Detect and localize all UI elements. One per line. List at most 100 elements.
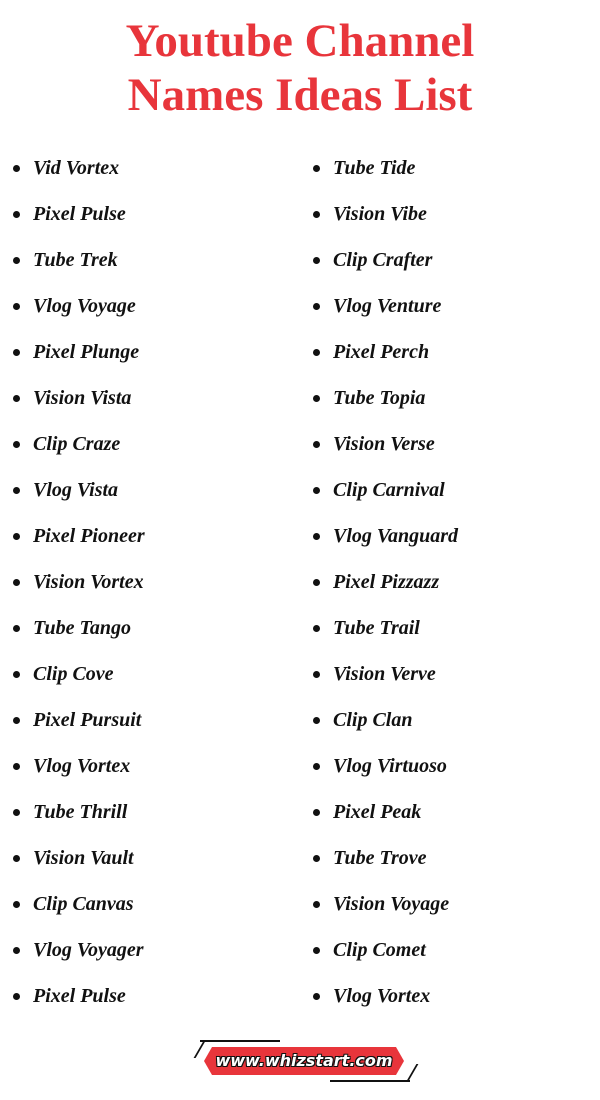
list-item: Vision Vibe bbox=[312, 191, 458, 237]
page-title: Youtube Channel Names Ideas List bbox=[0, 14, 600, 122]
channel-name: Vlog Voyage bbox=[33, 294, 136, 317]
bullet-icon bbox=[313, 486, 320, 494]
channel-name: Vlog Virtuoso bbox=[333, 754, 447, 777]
list-item: Vlog Voyager bbox=[12, 927, 145, 973]
list-item: Vlog Vortex bbox=[312, 973, 458, 1019]
bullet-icon bbox=[13, 256, 20, 264]
channel-name: Clip Carnival bbox=[333, 478, 445, 501]
channel-name: Clip Comet bbox=[333, 938, 426, 961]
list-item: Pixel Pulse bbox=[12, 973, 145, 1019]
bullet-icon bbox=[313, 394, 320, 402]
names-list-left: Vid Vortex Pixel Pulse Tube Trek Vlog Voyag… bbox=[12, 145, 145, 1019]
channel-name: Tube Trove bbox=[333, 846, 427, 869]
bullet-icon bbox=[13, 808, 20, 816]
list-item: Vlog Venture bbox=[312, 283, 458, 329]
channel-name: Clip Cove bbox=[33, 662, 114, 685]
channel-name: Vision Voyage bbox=[333, 892, 450, 915]
channel-name: Tube Tide bbox=[333, 156, 416, 179]
list-item: Pixel Pursuit bbox=[12, 697, 145, 743]
bullet-icon bbox=[13, 348, 20, 356]
channel-name: Tube Trail bbox=[333, 616, 420, 639]
channel-name: Clip Canvas bbox=[33, 892, 134, 915]
channel-name: Pixel Plunge bbox=[33, 340, 140, 363]
list-item: Pixel Plunge bbox=[12, 329, 145, 375]
channel-name: Vision Vault bbox=[33, 846, 134, 869]
list-item: Clip Clan bbox=[312, 697, 458, 743]
bullet-icon bbox=[313, 670, 320, 678]
list-item: Clip Cove bbox=[12, 651, 145, 697]
bullet-icon bbox=[13, 578, 20, 586]
bullet-icon bbox=[13, 532, 20, 540]
list-item: Clip Craze bbox=[12, 421, 145, 467]
bullet-icon bbox=[313, 854, 320, 862]
list-item: Vlog Vortex bbox=[12, 743, 145, 789]
bullet-icon bbox=[13, 762, 20, 770]
channel-name: Pixel Pizzazz bbox=[333, 570, 440, 593]
channel-name: Tube Thrill bbox=[33, 800, 128, 823]
list-item: Clip Comet bbox=[312, 927, 458, 973]
bullet-icon bbox=[313, 164, 320, 172]
bullet-icon bbox=[13, 164, 20, 172]
bullet-icon bbox=[13, 210, 20, 218]
list-item: Vision Vista bbox=[12, 375, 145, 421]
channel-name: Pixel Perch bbox=[333, 340, 430, 363]
channel-name: Vision Vista bbox=[33, 386, 132, 409]
bullet-icon bbox=[13, 946, 20, 954]
bullet-icon bbox=[13, 854, 20, 862]
channel-name: Vlog Vanguard bbox=[333, 524, 459, 547]
bullet-icon bbox=[13, 992, 20, 1000]
list-item: Tube Topia bbox=[312, 375, 458, 421]
bullet-icon bbox=[313, 946, 320, 954]
channel-name: Vid Vortex bbox=[33, 156, 120, 179]
list-item: Vision Verve bbox=[312, 651, 458, 697]
list-item: Tube Trail bbox=[312, 605, 458, 651]
website-badge: www.whizstart.com bbox=[193, 1040, 419, 1082]
bullet-icon bbox=[13, 302, 20, 310]
bullet-icon bbox=[13, 486, 20, 494]
bullet-icon bbox=[13, 670, 20, 678]
bullet-icon bbox=[313, 624, 320, 632]
bullet-icon bbox=[313, 210, 320, 218]
channel-name: Vlog Venture bbox=[333, 294, 442, 317]
list-item: Vlog Vista bbox=[12, 467, 145, 513]
bullet-icon bbox=[313, 532, 320, 540]
channel-name: Clip Clan bbox=[333, 708, 413, 731]
bullet-icon bbox=[313, 348, 320, 356]
bullet-icon bbox=[313, 808, 320, 816]
channel-name: Vision Vortex bbox=[33, 570, 144, 593]
list-item: Vid Vortex bbox=[12, 145, 145, 191]
list-item: Vlog Voyage bbox=[12, 283, 145, 329]
channel-name: Vlog Vortex bbox=[333, 984, 431, 1007]
channel-name: Clip Crafter bbox=[333, 248, 433, 271]
bullet-icon bbox=[13, 440, 20, 448]
channel-name: Tube Tango bbox=[33, 616, 131, 639]
list-item: Vlog Vanguard bbox=[312, 513, 458, 559]
bullet-icon bbox=[13, 624, 20, 632]
bullet-icon bbox=[13, 900, 20, 908]
website-url: www.whizstart.com bbox=[215, 1051, 393, 1070]
channel-name: Pixel Pioneer bbox=[33, 524, 145, 547]
list-item: Tube Tango bbox=[12, 605, 145, 651]
channel-name: Vlog Voyager bbox=[33, 938, 144, 961]
bullet-icon bbox=[13, 394, 20, 402]
list-item: Pixel Pulse bbox=[12, 191, 145, 237]
list-item: Pixel Peak bbox=[312, 789, 458, 835]
list-item: Clip Canvas bbox=[12, 881, 145, 927]
list-item: Tube Trek bbox=[12, 237, 145, 283]
decor-line bbox=[200, 1040, 280, 1042]
list-item: Clip Crafter bbox=[312, 237, 458, 283]
channel-name: Vision Verve bbox=[333, 662, 436, 685]
bullet-icon bbox=[313, 578, 320, 586]
title-line-2: Names Ideas List bbox=[127, 69, 473, 121]
channel-name: Vision Verse bbox=[333, 432, 435, 455]
channel-name: Tube Topia bbox=[333, 386, 426, 409]
bullet-icon bbox=[313, 900, 320, 908]
list-item: Pixel Pioneer bbox=[12, 513, 145, 559]
bullet-icon bbox=[313, 762, 320, 770]
channel-name: Pixel Peak bbox=[333, 800, 422, 823]
channel-name: Pixel Pursuit bbox=[33, 708, 142, 731]
names-list-right: Tube Tide Vision Vibe Clip Crafter Vlog Ven… bbox=[312, 145, 458, 1019]
list-item: Vision Voyage bbox=[312, 881, 458, 927]
channel-name: Pixel Pulse bbox=[33, 984, 126, 1007]
list-item: Clip Carnival bbox=[312, 467, 458, 513]
